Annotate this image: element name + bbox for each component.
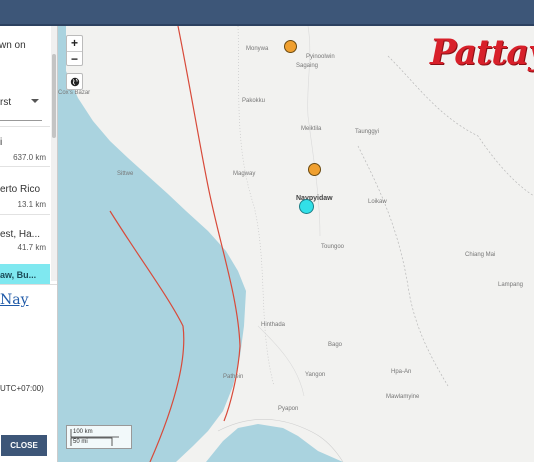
list-item-4-title: aw, Bu...: [0, 270, 37, 280]
close-button[interactable]: CLOSE: [1, 435, 47, 456]
earthquake-marker-central[interactable]: [308, 163, 321, 176]
city-label-pathein: Pathein: [223, 374, 244, 380]
city-label-lampang: Lampang: [498, 282, 524, 288]
earthquake-marker-selected[interactable]: [299, 199, 314, 214]
earthquake-map[interactable]: Monywa Pyinoolwin Sagaing Pakokku Meikti…: [58, 26, 534, 462]
list-item-3-title[interactable]: est, Ha...: [0, 229, 40, 240]
zoom-out-button[interactable]: −: [67, 51, 82, 66]
earthquake-list-panel: wn on rst i 637.0 km erto Rico 13.1 km e…: [0, 26, 58, 462]
basemap-button[interactable]: [66, 73, 83, 90]
map-basemap: [66, 26, 534, 462]
city-label-hpa-an: Hpa-An: [391, 369, 412, 375]
sort-select-value[interactable]: rst: [0, 97, 11, 108]
city-label-toungoo: Toungoo: [321, 244, 345, 250]
list-item-2-title[interactable]: erto Rico: [0, 184, 40, 195]
city-label-cox-bazar: Cox's Bazar: [58, 90, 91, 96]
watermark-logo: Pattay: [430, 32, 534, 73]
panel-heading: wn on: [0, 40, 26, 51]
list-item-1-distance: 637.0 km: [13, 153, 46, 162]
list-divider: [0, 166, 50, 167]
map-scale: 100 km 50 mi: [66, 425, 132, 449]
list-item-selected[interactable]: aw, Bu...: [0, 264, 50, 286]
city-label-mawlamyine: Mawlamyine: [386, 394, 420, 400]
city-label-pyinoolwin: Pyinoolwin: [306, 54, 335, 60]
city-label-pakokku: Pakokku: [242, 98, 266, 104]
list-divider: [0, 214, 50, 215]
list-item-1-title[interactable]: i: [0, 137, 2, 148]
scrollbar-thumb[interactable]: [52, 54, 56, 138]
list-item-3-distance: 41.7 km: [17, 243, 46, 252]
city-label-meiktila: Meiktila: [301, 126, 322, 132]
detail-title-link[interactable]: Nay: [0, 292, 29, 308]
scale-mi-label: 50 mi: [73, 439, 88, 445]
city-label-sagaing: Sagaing: [296, 63, 319, 69]
top-bar: [0, 0, 534, 26]
list-item-2-distance: 13.1 km: [17, 200, 46, 209]
list-scrollbar[interactable]: [51, 26, 57, 281]
earthquake-marker-north[interactable]: [284, 40, 297, 53]
city-label-magway: Magway: [233, 171, 256, 177]
detail-timezone: UTC+07:00): [0, 384, 44, 393]
city-label-yangon: Yangon: [305, 372, 326, 378]
city-label-hinthada: Hinthada: [261, 322, 286, 328]
sort-select-underline: [0, 120, 42, 121]
city-label-pyapon: Pyapon: [278, 406, 299, 412]
globe-icon: [70, 77, 79, 86]
zoom-control: + −: [66, 35, 83, 66]
city-label-monywa: Monywa: [246, 46, 269, 52]
scale-km-label: 100 km: [73, 429, 93, 435]
city-label-bago: Bago: [328, 342, 343, 348]
chevron-down-icon: [31, 99, 39, 103]
city-label-taunggyi: Taunggyi: [355, 129, 380, 135]
list-divider: [0, 126, 50, 127]
city-label-sittwe: Sittwe: [117, 171, 134, 177]
earthquake-detail: Nay UTC+07:00) CLOSE: [0, 284, 57, 462]
zoom-in-button[interactable]: +: [67, 36, 82, 51]
city-label-chiang-mai: Chiang Mai: [465, 252, 496, 258]
city-label-loikaw: Loikaw: [368, 199, 387, 205]
